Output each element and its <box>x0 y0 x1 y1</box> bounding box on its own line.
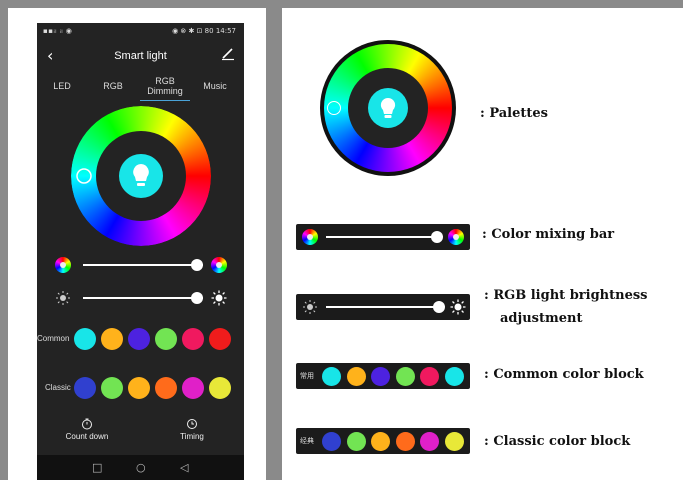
back-triangle-icon[interactable]: ◁ <box>180 461 188 474</box>
color-mixing-slider[interactable] <box>37 255 244 275</box>
slider-knob[interactable] <box>191 292 203 304</box>
color-swatch <box>346 432 366 451</box>
slider-track <box>326 236 438 238</box>
tab-rgb-dimming[interactable]: RGB Dimming <box>140 76 190 96</box>
color-swatch <box>346 367 366 386</box>
bulb-icon <box>380 97 396 118</box>
palette-wheel-figure <box>320 40 456 176</box>
phone-screen: ▪▪ᵢₗ ᵢₗ ◉ ◉ ⊗ ✱ ⊡ 80 14:57 ‹ Smart light… <box>37 23 244 480</box>
color-swatch <box>371 367 390 386</box>
sun-bright-icon <box>450 299 466 315</box>
palette-picker-ring <box>327 101 341 115</box>
bottom-actions: Count down Timing <box>37 418 244 448</box>
tab-bar: LED RGB RGB Dimming Music <box>37 73 244 101</box>
countdown-button[interactable]: Count down <box>57 418 117 441</box>
common-color-row: Common <box>37 326 244 352</box>
common-block-caption: : Common color block <box>484 367 644 382</box>
color-swatch <box>322 367 341 386</box>
color-swatch[interactable] <box>74 328 96 350</box>
slider-track <box>326 306 438 308</box>
active-tab-indicator <box>140 100 190 101</box>
sun-bright-icon <box>211 290 227 306</box>
color-palette-wheel[interactable] <box>71 106 211 246</box>
color-swatch <box>420 367 439 386</box>
color-swatch[interactable] <box>155 328 177 350</box>
android-nav-bar: □ ○ ◁ <box>37 455 244 480</box>
color-swatch[interactable] <box>101 377 123 399</box>
color-swatch <box>395 432 415 451</box>
color-swatch <box>420 432 439 451</box>
brightness-caption-line2: adjustment <box>500 311 583 326</box>
color-swatch[interactable] <box>182 328 204 350</box>
common-color-block-figure: 常用 <box>296 363 470 389</box>
color-swatch <box>371 432 390 451</box>
home-icon[interactable]: ○ <box>136 461 146 474</box>
color-mixing-bar-figure <box>296 224 470 250</box>
sun-dim-icon <box>56 291 70 305</box>
color-wheel-icon <box>448 229 464 245</box>
timing-button[interactable]: Timing <box>167 418 217 441</box>
clock-icon <box>187 419 197 429</box>
timing-label: Timing <box>180 432 204 441</box>
brightness-slider[interactable] <box>37 288 244 308</box>
color-swatch[interactable] <box>209 328 231 350</box>
app-bar: ‹ Smart light <box>37 41 244 71</box>
color-swatch <box>395 367 415 386</box>
recents-icon[interactable]: □ <box>92 461 102 474</box>
color-wheel-icon <box>55 257 71 273</box>
brightness-caption-line1: : RGB light brightness <box>484 288 648 303</box>
slider-track <box>83 297 203 299</box>
palettes-caption: : Palettes <box>480 106 548 121</box>
color-swatch <box>444 367 464 386</box>
color-swatch[interactable] <box>182 377 204 399</box>
color-wheel-icon <box>302 229 318 245</box>
status-right: ◉ ⊗ ✱ ⊡ 80 14:57 <box>172 27 236 35</box>
common-label: Common <box>37 334 70 343</box>
color-swatch[interactable] <box>209 377 231 399</box>
color-swatch <box>322 432 341 451</box>
classic-block-caption: : Classic color block <box>484 434 631 449</box>
slider-knob <box>433 301 445 313</box>
sun-dim-icon <box>303 300 317 314</box>
slider-track <box>83 264 203 266</box>
common-block-label: 常用 <box>300 372 314 380</box>
edit-icon[interactable] <box>220 45 236 65</box>
timer-icon <box>82 418 92 430</box>
tab-led[interactable]: LED <box>49 81 75 91</box>
slider-knob <box>431 231 443 243</box>
classic-color-block-figure: 经典 <box>296 428 470 454</box>
color-swatch[interactable] <box>101 328 123 350</box>
color-swatch <box>444 432 464 451</box>
status-bar: ▪▪ᵢₗ ᵢₗ ◉ ◉ ⊗ ✱ ⊡ 80 14:57 <box>37 23 244 39</box>
slider-knob[interactable] <box>191 259 203 271</box>
countdown-label: Count down <box>65 432 109 441</box>
classic-block-label: 经典 <box>300 437 314 445</box>
color-swatch[interactable] <box>128 328 150 350</box>
color-wheel-icon <box>211 257 227 273</box>
color-swatch[interactable] <box>74 377 96 399</box>
tab-music[interactable]: Music <box>199 81 231 91</box>
color-swatch[interactable] <box>128 377 150 399</box>
tab-rgb[interactable]: RGB <box>99 81 127 91</box>
color-mixing-caption: : Color mixing bar <box>482 227 615 242</box>
classic-label: Classic <box>45 383 71 392</box>
color-swatch[interactable] <box>155 377 177 399</box>
brightness-bar-figure <box>296 294 470 320</box>
classic-color-row: Classic <box>37 375 244 401</box>
page-title: Smart light <box>114 50 167 62</box>
status-left: ▪▪ᵢₗ ᵢₗ ◉ <box>43 27 73 35</box>
